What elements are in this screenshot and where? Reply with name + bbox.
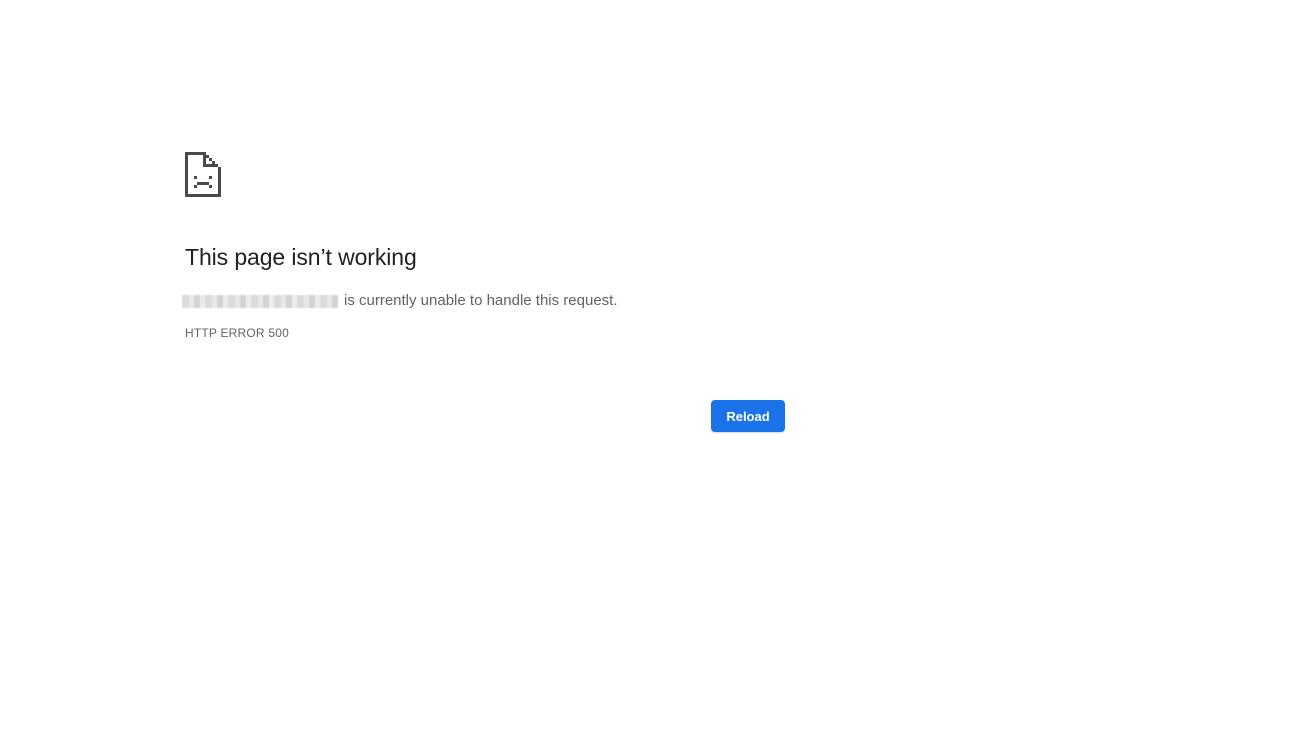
error-code: HTTP ERROR 500 [185,326,289,340]
sad-page-icon [185,152,221,197]
reload-button[interactable]: Reload [711,400,785,432]
error-page: This page isn’t working is currently una… [182,152,785,432]
error-message-text: is currently unable to handle this reque… [344,292,618,309]
error-message: is currently unable to handle this reque… [182,290,785,312]
page-title: This page isn’t working [185,244,417,270]
redacted-hostname [182,294,338,308]
